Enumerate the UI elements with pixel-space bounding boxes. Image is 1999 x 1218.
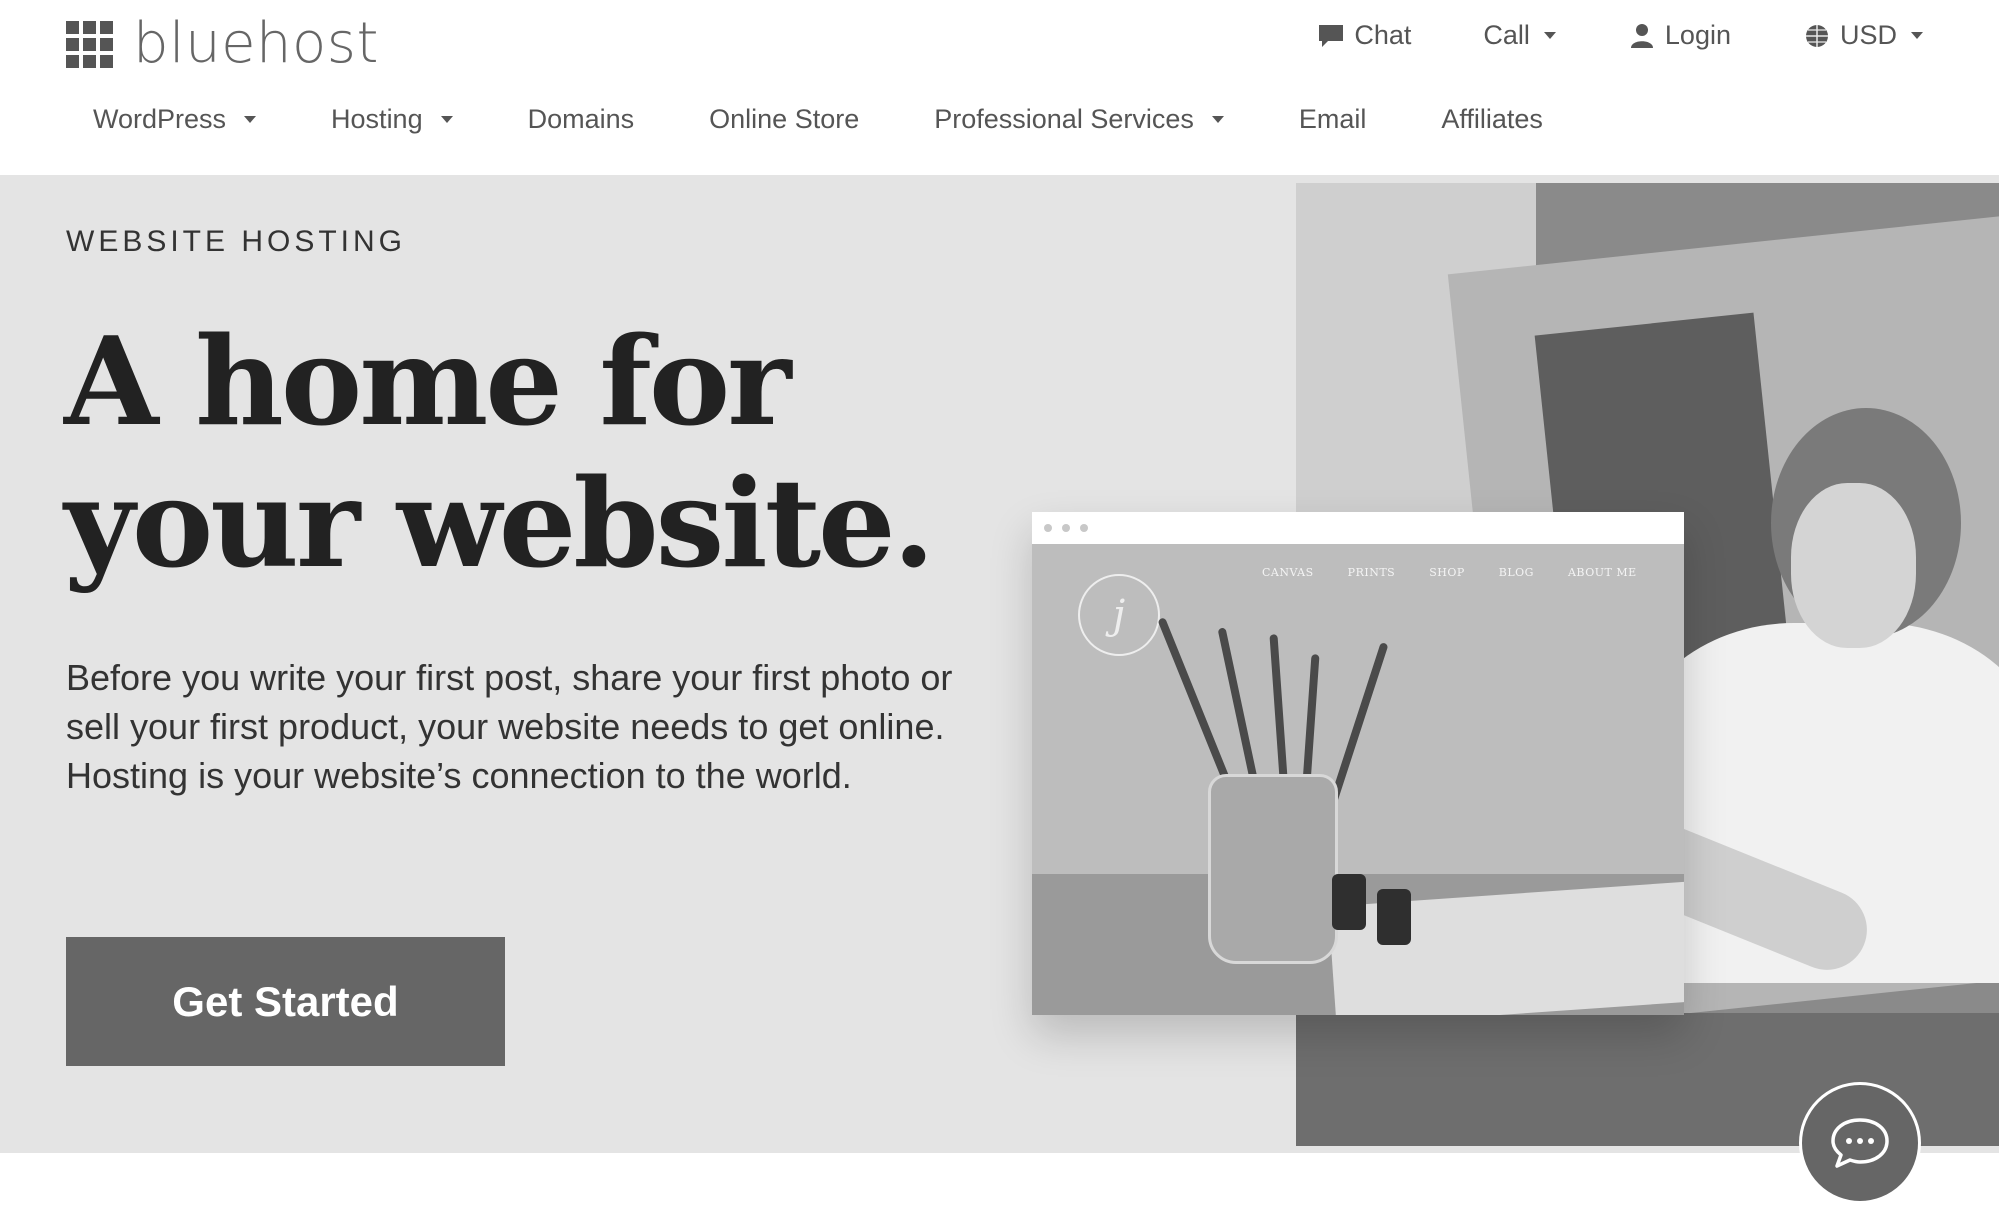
hero-lead-text: Before you write your first post, share … <box>66 657 953 796</box>
user-icon <box>1630 23 1653 48</box>
chat-bubble-icon <box>1319 24 1344 47</box>
chevron-down-icon <box>1911 32 1923 39</box>
currency-selector[interactable]: USD <box>1803 20 1923 51</box>
hero-headline: A home for your website. <box>64 310 964 594</box>
hero-section: WEBSITE HOSTING A home for your website.… <box>0 175 1999 1153</box>
brand-logo[interactable]: bluehost <box>66 16 379 72</box>
mock-menu-item: PRINTS <box>1347 566 1396 579</box>
main-nav: WordPress Hosting Domains Online Store P… <box>93 104 1618 135</box>
site-header: bluehost Chat Call Login USD WordPress H… <box>0 0 1999 175</box>
window-dot-icon <box>1080 524 1088 532</box>
nav-item-online-store[interactable]: Online Store <box>709 104 859 135</box>
nav-item-email[interactable]: Email <box>1299 104 1367 135</box>
mock-menu-item: ABOUT ME <box>1567 566 1637 579</box>
utility-nav: Chat Call Login USD <box>1317 20 1923 51</box>
grid-logo-icon <box>66 20 113 68</box>
ink-bottle <box>1332 874 1366 930</box>
live-chat-button[interactable] <box>1799 1082 1921 1204</box>
login-label: Login <box>1664 20 1731 50</box>
nav-item-professional-services[interactable]: Professional Services <box>934 104 1224 135</box>
nav-item-label: Hosting <box>331 104 423 134</box>
ink-bottle <box>1377 889 1411 945</box>
get-started-button[interactable]: Get Started <box>66 937 505 1066</box>
chevron-down-icon <box>440 116 453 123</box>
nav-item-label: Online Store <box>709 104 860 134</box>
chat-bubble-icon <box>1831 1118 1889 1168</box>
chevron-down-icon <box>244 116 257 123</box>
nav-item-label: Affiliates <box>1441 104 1543 134</box>
currency-label: USD <box>1839 20 1897 50</box>
mock-site-menu: CANVAS PRINTS SHOP BLOG ABOUT ME <box>1262 566 1637 579</box>
nav-item-domains[interactable]: Domains <box>528 104 635 135</box>
nav-item-affiliates[interactable]: Affiliates <box>1441 104 1543 135</box>
nav-item-label: Email <box>1298 104 1367 134</box>
globe-icon <box>1805 24 1828 47</box>
window-dot-icon <box>1044 524 1052 532</box>
headline-line-1: A home for <box>64 309 792 453</box>
mock-site-logo: j <box>1078 574 1160 656</box>
brush-jar <box>1208 774 1338 964</box>
nav-item-hosting[interactable]: Hosting <box>331 104 453 135</box>
nav-item-label: Professional Services <box>934 104 1194 134</box>
chat-label: Chat <box>1354 20 1412 50</box>
nav-item-label: WordPress <box>93 104 227 134</box>
chevron-down-icon <box>1211 116 1224 123</box>
hero-eyebrow: WEBSITE HOSTING <box>66 225 407 258</box>
nav-item-wordpress[interactable]: WordPress <box>93 104 257 135</box>
chat-link[interactable]: Chat <box>1317 20 1411 51</box>
brand-name: bluehost <box>133 11 379 76</box>
chevron-down-icon <box>1543 32 1556 39</box>
photo-person-face <box>1791 483 1916 648</box>
nav-item-label: Domains <box>527 104 635 134</box>
mock-menu-item: BLOG <box>1498 566 1534 579</box>
call-label: Call <box>1483 20 1530 50</box>
browser-titlebar <box>1032 512 1684 544</box>
browser-mockup: j CANVAS PRINTS SHOP BLOG ABOUT ME <box>1032 512 1684 1015</box>
mock-menu-item: SHOP <box>1429 566 1465 579</box>
login-link[interactable]: Login <box>1628 20 1731 51</box>
mock-menu-item: CANVAS <box>1262 566 1314 579</box>
window-dot-icon <box>1062 524 1070 532</box>
browser-content: j CANVAS PRINTS SHOP BLOG ABOUT ME <box>1032 544 1684 1015</box>
call-dropdown[interactable]: Call <box>1483 20 1556 51</box>
headline-line-2: your website. <box>64 451 935 595</box>
